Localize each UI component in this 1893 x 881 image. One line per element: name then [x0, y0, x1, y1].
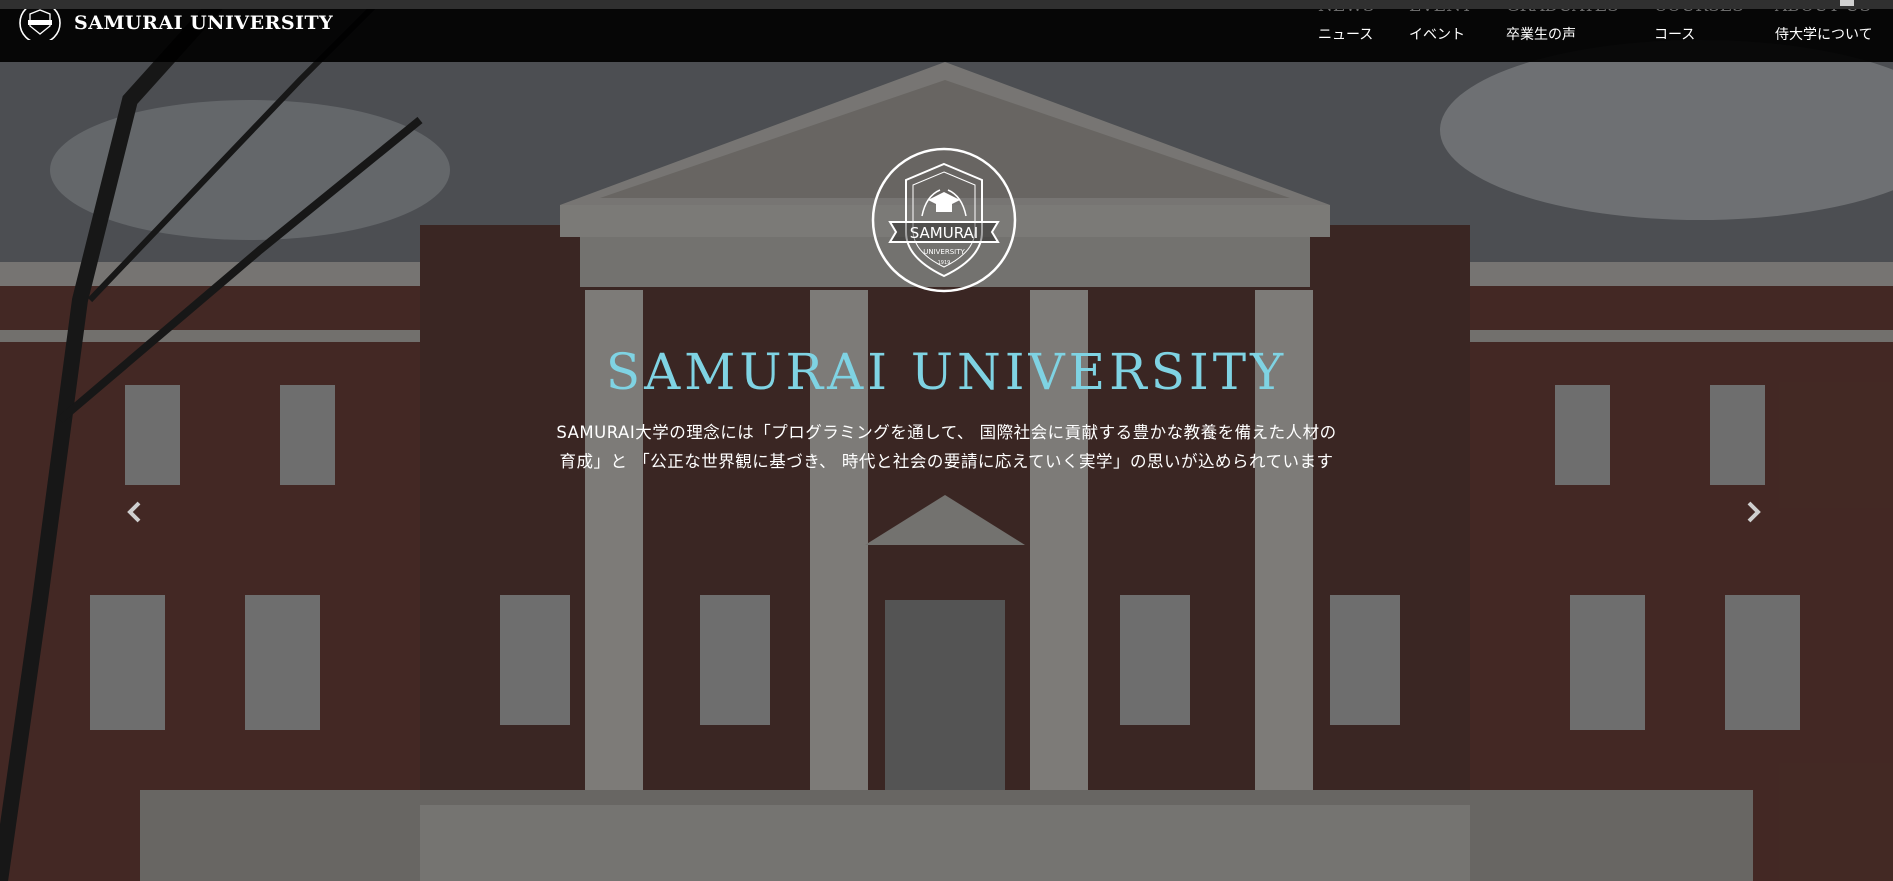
nav-graduates-jp-label: 卒業生の声	[1506, 27, 1576, 43]
brand-link[interactable]: SAMURAI UNIVERSITY	[18, 6, 333, 40]
nav-event-jp-label: イベント	[1409, 27, 1465, 43]
nav-about-jp-label: 侍大学について	[1775, 27, 1873, 43]
hero-title: SAMURAI UNIVERSITY	[605, 343, 1288, 401]
hero-description: SAMURAI大学の理念には「プログラミングを通して、 国際社会に貢献する豊かな…	[500, 418, 1393, 476]
nav-news-jp-label: ニュース	[1318, 27, 1374, 43]
samurai-emblem-logo: SAMURAI UNIVERSITY 1919	[871, 147, 1017, 293]
browser-top-strip	[0, 0, 1893, 9]
chevron-right-icon[interactable]	[1738, 497, 1768, 527]
brand-name: SAMURAI UNIVERSITY	[74, 12, 334, 34]
hero-description-line-1: SAMURAI大学の理念には「プログラミングを通して、 国際社会に貢献する豊かな…	[556, 423, 1337, 442]
navbar: SAMURAI UNIVERSITY NEWS ニュース EVENT イベント …	[0, 0, 1893, 62]
university-logo-icon	[19, 6, 61, 40]
window-control-icon[interactable]	[1840, 0, 1854, 6]
emblem-university-text: UNIVERSITY	[923, 248, 965, 256]
chevron-left-icon[interactable]	[120, 497, 150, 527]
emblem-samurai-text: SAMURAI	[910, 224, 978, 242]
nav-courses-jp-label: コース	[1654, 27, 1696, 43]
hero-description-line-2: 育成」と 「公正な世界観に基づき、 時代と社会の要請に応えていく実学」の思いが込…	[559, 452, 1334, 471]
emblem-year-text: 1919	[938, 260, 951, 266]
